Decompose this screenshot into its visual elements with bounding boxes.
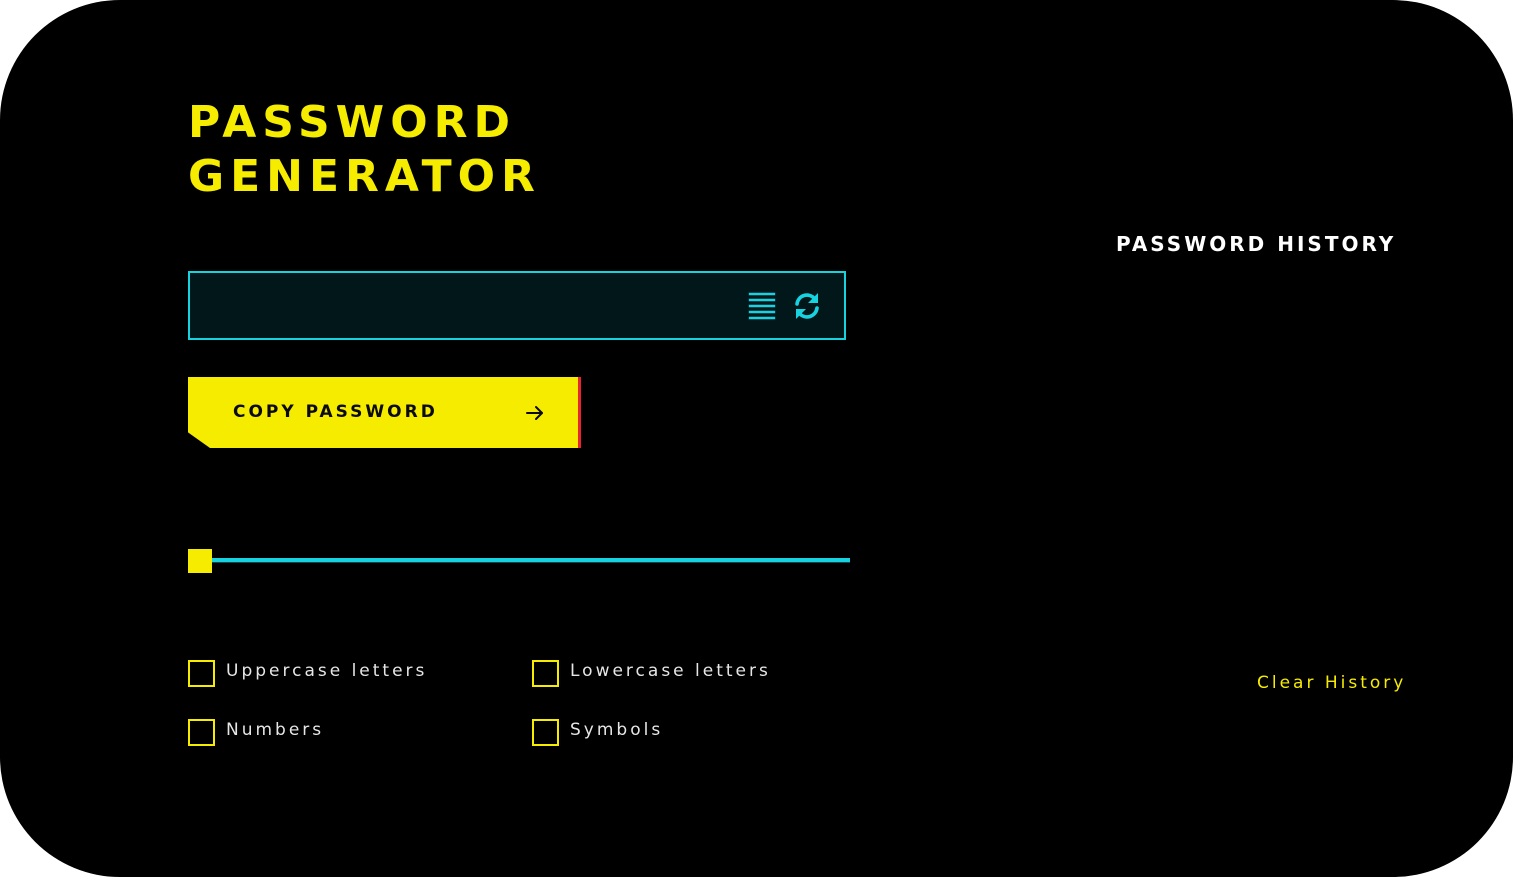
- uppercase-label: Uppercase letters: [226, 661, 428, 681]
- page-title: PASSWORD GENERATOR: [188, 96, 541, 204]
- length-slider[interactable]: [188, 546, 850, 574]
- copy-password-label: COPY PASSWORD: [233, 402, 438, 422]
- history-title: PASSWORD HISTORY: [1116, 232, 1397, 256]
- arrow-right-icon: [525, 403, 545, 423]
- list-icon[interactable]: [747, 291, 777, 321]
- lowercase-label: Lowercase letters: [570, 661, 771, 681]
- slider-thumb[interactable]: [188, 549, 212, 573]
- symbols-checkbox[interactable]: [532, 719, 559, 746]
- symbols-label: Symbols: [570, 720, 664, 740]
- clear-history-button[interactable]: Clear History: [1257, 673, 1406, 693]
- title-line-1: PASSWORD: [188, 97, 517, 148]
- password-display: [188, 271, 846, 340]
- copy-password-button[interactable]: COPY PASSWORD: [188, 377, 581, 448]
- lowercase-checkbox[interactable]: [532, 660, 559, 687]
- history-list: [1116, 280, 1426, 640]
- slider-track[interactable]: [188, 558, 850, 563]
- password-generator-app: PASSWORD GENERATOR COPY PASSWORD Upperca…: [0, 0, 1513, 877]
- password-output-field[interactable]: [206, 273, 726, 338]
- uppercase-checkbox[interactable]: [188, 660, 215, 687]
- title-line-2: GENERATOR: [188, 151, 541, 202]
- numbers-label: Numbers: [226, 720, 325, 740]
- refresh-icon[interactable]: [792, 291, 822, 321]
- numbers-checkbox[interactable]: [188, 719, 215, 746]
